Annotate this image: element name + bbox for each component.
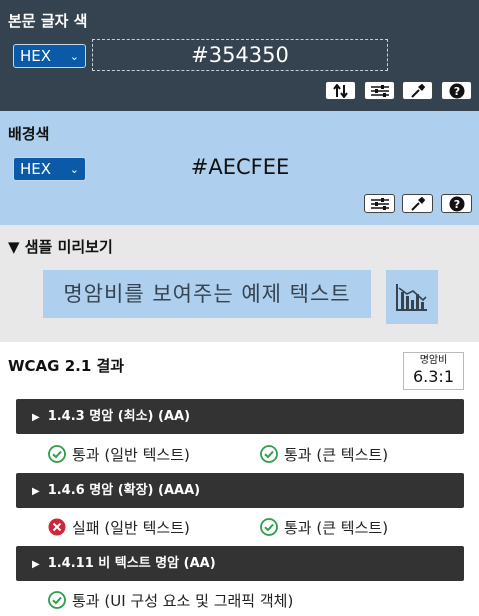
triangle-right-icon: ▶: [32, 559, 40, 570]
foreground-eyedropper-button[interactable]: [402, 81, 433, 100]
result-text: 통과 (큰 텍스트): [284, 518, 389, 537]
sample-preview-panel: ▼ 샘플 미리보기 명암비를 보여주는 예제 텍스트: [0, 225, 479, 342]
criterion-1-4-3-toggle[interactable]: ▶ 1.4.3 명암 (최소) (AA): [16, 399, 464, 434]
sliders-icon: [370, 84, 389, 97]
criterion-label: 1.4.3 명암 (최소) (AA): [47, 409, 191, 424]
swap-colors-button[interactable]: [325, 81, 356, 100]
help-icon: ?: [449, 196, 464, 211]
foreground-help-button[interactable]: ?: [441, 81, 472, 100]
sample-text: 명암비를 보여주는 예제 텍스트: [43, 270, 371, 318]
svg-text:?: ?: [453, 85, 459, 98]
chevron-down-icon: ⌄: [69, 163, 79, 176]
result-item: 통과 (큰 텍스트): [260, 516, 388, 538]
chart-icon: [396, 284, 427, 311]
foreground-color-input[interactable]: #354350: [92, 39, 388, 71]
wcag-results-title: WCAG 2.1 결과: [8, 357, 125, 375]
background-adjust-button[interactable]: [364, 194, 395, 213]
foreground-title: 본문 글자 색: [8, 12, 88, 30]
swap-icon: [332, 83, 348, 98]
sliders-icon: [370, 197, 389, 210]
background-format-select[interactable]: HEX ⌄: [13, 157, 86, 181]
background-eyedropper-button[interactable]: [402, 194, 433, 213]
contrast-chart-button[interactable]: [386, 270, 438, 324]
criterion-label: 1.4.11 비 텍스트 명암 (AA): [47, 556, 216, 571]
eyedropper-icon: [410, 196, 425, 211]
result-item: 통과 (UI 구성 요소 및 그래픽 객체): [48, 589, 293, 611]
result-text: 실패 (일반 텍스트): [72, 518, 190, 537]
foreground-format-value: HEX: [20, 47, 52, 65]
triangle-right-icon: ▶: [32, 486, 40, 497]
result-item: 통과 (일반 텍스트): [48, 443, 190, 465]
contrast-ratio-value: 6.3:1: [412, 367, 454, 386]
check-circle-icon: [48, 591, 66, 609]
foreground-color-panel: 본문 글자 색 HEX ⌄ #354350 ?: [0, 0, 479, 111]
result-item: 통과 (큰 텍스트): [260, 443, 388, 465]
foreground-adjust-button[interactable]: [364, 81, 395, 100]
triangle-right-icon: ▶: [32, 412, 40, 423]
check-circle-icon: [260, 518, 278, 536]
background-color-input[interactable]: #AECFEE: [92, 152, 388, 184]
help-icon: ?: [449, 83, 464, 98]
background-title: 배경색: [8, 125, 50, 143]
foreground-format-select[interactable]: HEX ⌄: [13, 44, 86, 68]
chevron-down-icon: ⌄: [69, 50, 79, 63]
criterion-1-4-6-toggle[interactable]: ▶ 1.4.6 명암 (확장) (AAA): [16, 473, 464, 508]
criterion-label: 1.4.6 명암 (확장) (AAA): [47, 483, 201, 498]
result-text: 통과 (UI 구성 요소 및 그래픽 객체): [72, 591, 294, 610]
x-circle-icon: [48, 518, 66, 536]
result-item: 실패 (일반 텍스트): [48, 516, 190, 538]
eyedropper-icon: [410, 83, 425, 98]
contrast-ratio-box: 명암비 6.3:1: [403, 352, 464, 390]
check-circle-icon: [260, 445, 278, 463]
result-text: 통과 (큰 텍스트): [284, 445, 389, 464]
sample-preview-toggle[interactable]: ▼ 샘플 미리보기: [8, 236, 113, 257]
contrast-ratio-label: 명암비: [419, 355, 448, 366]
check-circle-icon: [48, 445, 66, 463]
background-format-value: HEX: [20, 160, 52, 178]
criterion-1-4-11-toggle[interactable]: ▶ 1.4.11 비 텍스트 명암 (AA): [16, 546, 464, 581]
result-text: 통과 (일반 텍스트): [72, 445, 190, 464]
background-help-button[interactable]: ?: [441, 194, 472, 213]
svg-text:?: ?: [453, 198, 459, 211]
